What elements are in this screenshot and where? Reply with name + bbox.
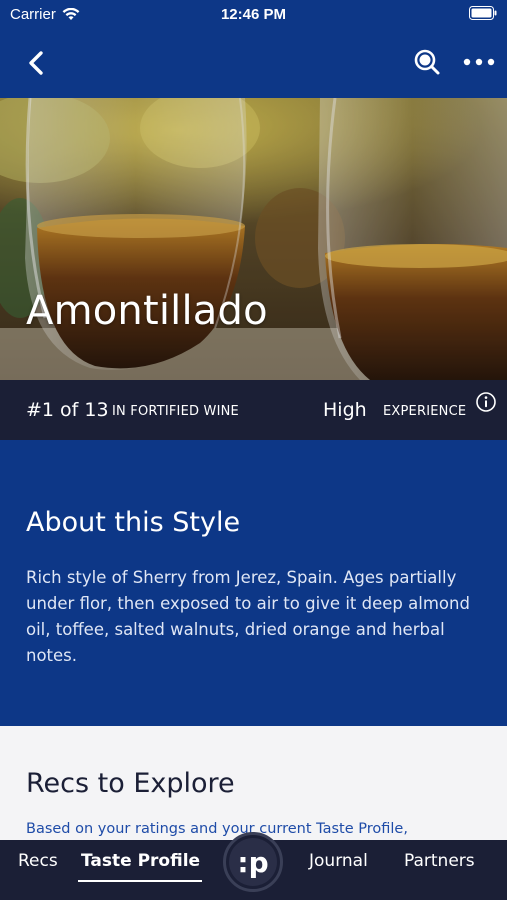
- back-button[interactable]: [22, 48, 52, 78]
- info-button[interactable]: [475, 391, 497, 413]
- sherry-glasses-image: [0, 98, 507, 380]
- recs-section: Recs to Explore Based on your ratings an…: [0, 726, 507, 840]
- more-button[interactable]: [462, 54, 496, 70]
- tab-partners[interactable]: Partners: [404, 851, 475, 871]
- recs-subtitle: Based on your ratings and your current T…: [26, 821, 408, 837]
- battery-icon: [469, 6, 497, 24]
- tab-taste-profile[interactable]: Taste Profile: [81, 851, 200, 871]
- search-button[interactable]: [412, 47, 442, 77]
- tab-recs[interactable]: Recs: [18, 851, 58, 871]
- chevron-left-icon: [29, 51, 43, 75]
- status-bar: Carrier 12:46 PM: [0, 0, 507, 30]
- recs-heading: Recs to Explore: [26, 768, 235, 799]
- hero-image: Amontillado: [0, 98, 507, 380]
- experience-label: EXPERIENCE: [383, 404, 467, 419]
- home-logo-button[interactable]: :p: [223, 832, 283, 892]
- experience-level: High: [323, 399, 367, 421]
- logo-icon: :p: [229, 838, 277, 886]
- tab-bar: Recs Taste Profile :p Journal Partners: [0, 832, 507, 900]
- style-title: Amontillado: [26, 288, 268, 334]
- rank-category: IN FORTIFIED WINE: [112, 404, 239, 419]
- rank-position: #1 of 13: [26, 399, 109, 421]
- about-section: About this Style Rich style of Sherry fr…: [0, 440, 507, 726]
- rank-bar: #1 of 13 IN FORTIFIED WINE High EXPERIEN…: [0, 380, 507, 440]
- status-time: 12:46 PM: [220, 6, 287, 23]
- tab-journal[interactable]: Journal: [309, 851, 368, 871]
- about-heading: About this Style: [26, 507, 241, 538]
- nav-bar: [0, 30, 507, 98]
- more-horizontal-icon: [463, 58, 495, 66]
- about-description: Rich style of Sherry from Jerez, Spain. …: [26, 568, 470, 665]
- active-tab-indicator: [78, 880, 202, 882]
- info-icon: [476, 392, 496, 412]
- search-icon: [414, 49, 440, 75]
